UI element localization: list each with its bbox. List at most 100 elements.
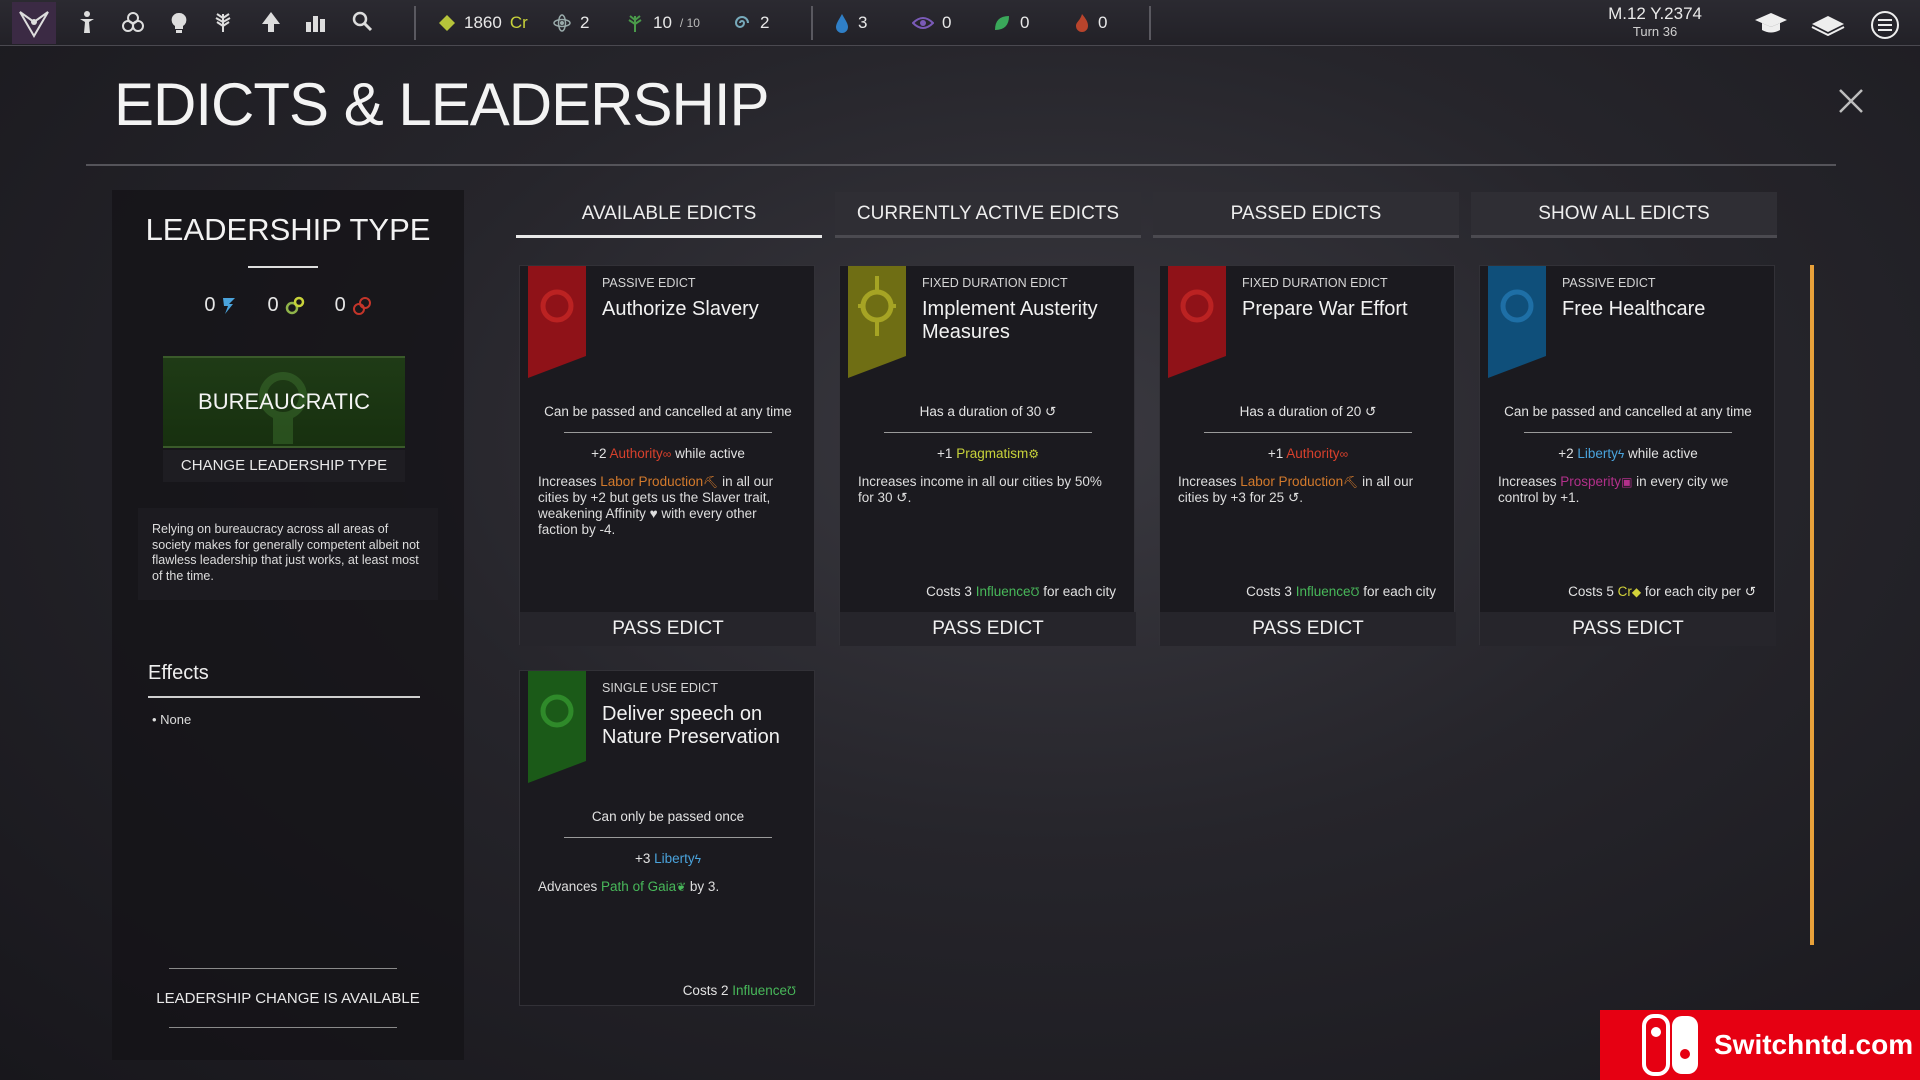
- pragmatism-banner-icon: [848, 266, 906, 378]
- leadership-panel: LEADERSHIP TYPE 0 0 0 BUREAUCRATIC CHANG…: [112, 190, 464, 1060]
- pass-edict-button[interactable]: PASS EDICT: [1480, 612, 1776, 646]
- authority-stat-value: 0: [334, 294, 346, 316]
- cost-suffix: for each city: [1039, 584, 1116, 599]
- edict-kind: PASSIVE EDICT: [602, 276, 696, 290]
- turns-icon: ↺: [896, 490, 908, 505]
- effect-suffix: .: [907, 490, 912, 505]
- tab-passed-edicts[interactable]: PASSED EDICTS: [1153, 192, 1459, 238]
- duration-text: Has a duration of 20: [1239, 404, 1362, 419]
- authority-keyword: Authority: [1286, 446, 1340, 461]
- authority-banner-icon: [1168, 266, 1226, 378]
- water-resource[interactable]: 3: [834, 12, 867, 34]
- credits-resource[interactable]: 1860 Cr: [438, 12, 528, 34]
- research-icon[interactable]: [166, 10, 192, 36]
- tab-show-all-edicts[interactable]: SHOW ALL EDICTS: [1471, 192, 1777, 238]
- card-divider: [564, 432, 772, 433]
- authority-keyword: Authority: [609, 446, 663, 461]
- close-icon[interactable]: [1836, 86, 1866, 116]
- science-value: 2: [580, 13, 590, 32]
- edicts-scrollbar[interactable]: [1810, 265, 1814, 945]
- edict-cost: Costs 3 InfluenceƱ for each city: [1246, 584, 1436, 599]
- date-label: M.12 Y.2374: [1608, 4, 1702, 23]
- codex-book-icon[interactable]: [1810, 10, 1846, 37]
- liberty-banner-icon: [528, 671, 586, 783]
- edict-cost: Costs 2 InfluenceƱ: [683, 983, 796, 998]
- edict-cost: Costs 5 Cr◆ for each city per ↺: [1568, 584, 1756, 600]
- bonus-amount: +2: [1558, 446, 1578, 461]
- menu-icon[interactable]: [1870, 10, 1900, 39]
- faction-logo-icon[interactable]: [12, 2, 56, 44]
- military-icon[interactable]: [258, 10, 284, 36]
- pass-edict-button[interactable]: PASS EDICT: [840, 612, 1136, 646]
- fire-resource[interactable]: 0: [1074, 12, 1107, 34]
- edict-effect: Increases Labor Production⛏ in all our c…: [1178, 474, 1414, 505]
- edict-kind: SINGLE USE EDICT: [602, 681, 718, 695]
- pragmatism-stat-value: 0: [267, 294, 279, 316]
- diplomacy-icon[interactable]: [120, 10, 146, 36]
- leader-icon[interactable]: [74, 10, 100, 36]
- effects-divider: [148, 696, 420, 698]
- edict-bonus: +2 Authority∞ while active: [520, 446, 816, 461]
- tab-currently-active-edicts[interactable]: CURRENTLY ACTIVE EDICTS: [835, 192, 1141, 238]
- edict-card-free-healthcare[interactable]: PASSIVE EDICT Free Healthcare Can be pas…: [1479, 265, 1776, 646]
- graduation-cap-icon[interactable]: [1754, 10, 1788, 36]
- credits-unit: Cr: [509, 13, 528, 32]
- path-of-gaia-keyword: Path of Gaia: [601, 879, 677, 894]
- leadership-type-name: BUREAUCRATIC: [198, 389, 370, 414]
- cost-suffix: for each city per: [1641, 584, 1741, 599]
- eye-value: 0: [942, 13, 952, 32]
- edict-duration: Has a duration of 30 ↺: [840, 404, 1136, 420]
- pragmatism-icon: [285, 296, 304, 314]
- spiral-icon: [734, 16, 749, 28]
- fire-value: 0: [1098, 13, 1108, 32]
- edict-card-deliver-speech-on-nature-preservation[interactable]: SINGLE USE EDICT Deliver speech on Natur…: [519, 670, 815, 1006]
- divider: [169, 968, 397, 969]
- wheat-icon: [628, 15, 642, 32]
- edict-duration: Can only be passed once: [591, 809, 745, 824]
- change-leadership-type-button[interactable]: CHANGE LEADERSHIP TYPE: [163, 450, 405, 482]
- liberty-keyword: Liberty: [654, 851, 695, 866]
- edict-card-implement-austerity-measures[interactable]: FIXED DURATION EDICT Implement Austerity…: [839, 265, 1136, 646]
- leaf-value: 0: [1020, 13, 1030, 32]
- divider: [169, 1027, 397, 1028]
- prosperity-icon: ▣: [1621, 475, 1633, 489]
- bonus-amount: +1: [1267, 446, 1287, 461]
- fire-icon: [1076, 14, 1088, 32]
- edict-card-prepare-war-effort[interactable]: FIXED DURATION EDICT Prepare War Effort …: [1159, 265, 1456, 646]
- bonus-amount: +3: [634, 851, 655, 866]
- population-resource[interactable]: 10 / 10: [625, 12, 700, 34]
- effects-heading: Effects: [148, 662, 209, 684]
- population-max: / 10: [679, 16, 700, 30]
- credits-value: 1860: [464, 13, 502, 32]
- bonus-amount: +2: [591, 446, 610, 461]
- switch-logo-icon: [1642, 1014, 1698, 1076]
- spiral-resource[interactable]: 2: [732, 12, 769, 34]
- edict-name: Prepare War Effort: [1242, 298, 1408, 320]
- leaf-resource[interactable]: 0: [992, 12, 1029, 34]
- pass-edict-button[interactable]: PASS EDICT: [1160, 612, 1456, 646]
- science-resource[interactable]: 2: [552, 12, 589, 34]
- tab-available-edicts[interactable]: AVAILABLE EDICTS: [516, 192, 822, 238]
- authority-banner-icon: [528, 266, 586, 378]
- science-icon: [553, 14, 571, 32]
- duration-text: Has a duration of 30: [919, 404, 1042, 419]
- influence-icon: Ʊ: [787, 984, 796, 998]
- cost-prefix: Costs 5: [1568, 584, 1618, 599]
- title-divider: [86, 164, 1836, 166]
- eye-resource[interactable]: 0: [912, 12, 951, 34]
- search-icon[interactable]: [349, 10, 375, 36]
- liberty-icon: ϟ: [694, 852, 702, 866]
- population-icon[interactable]: [210, 10, 236, 36]
- liberty-stat-value: 0: [204, 294, 216, 316]
- edict-effect: Increases Labor Production⛏ in all our c…: [538, 474, 800, 538]
- economy-icon[interactable]: [303, 10, 329, 36]
- page-title: EDICTS & LEADERSHIP: [114, 71, 770, 138]
- effect-prefix: Increases: [1498, 474, 1561, 489]
- edict-kind: PASSIVE EDICT: [1562, 276, 1656, 290]
- edict-name: Free Healthcare: [1562, 298, 1706, 320]
- effect-prefix: Increases income in all our cities by 50…: [858, 474, 1102, 505]
- pass-edict-button[interactable]: PASS EDICT: [520, 612, 816, 646]
- edict-card-authorize-slavery[interactable]: PASSIVE EDICT Authorize Slavery Can be p…: [519, 265, 816, 646]
- cost-suffix: for each city: [1359, 584, 1436, 599]
- edict-cost: Costs 3 InfluenceƱ for each city: [926, 584, 1116, 599]
